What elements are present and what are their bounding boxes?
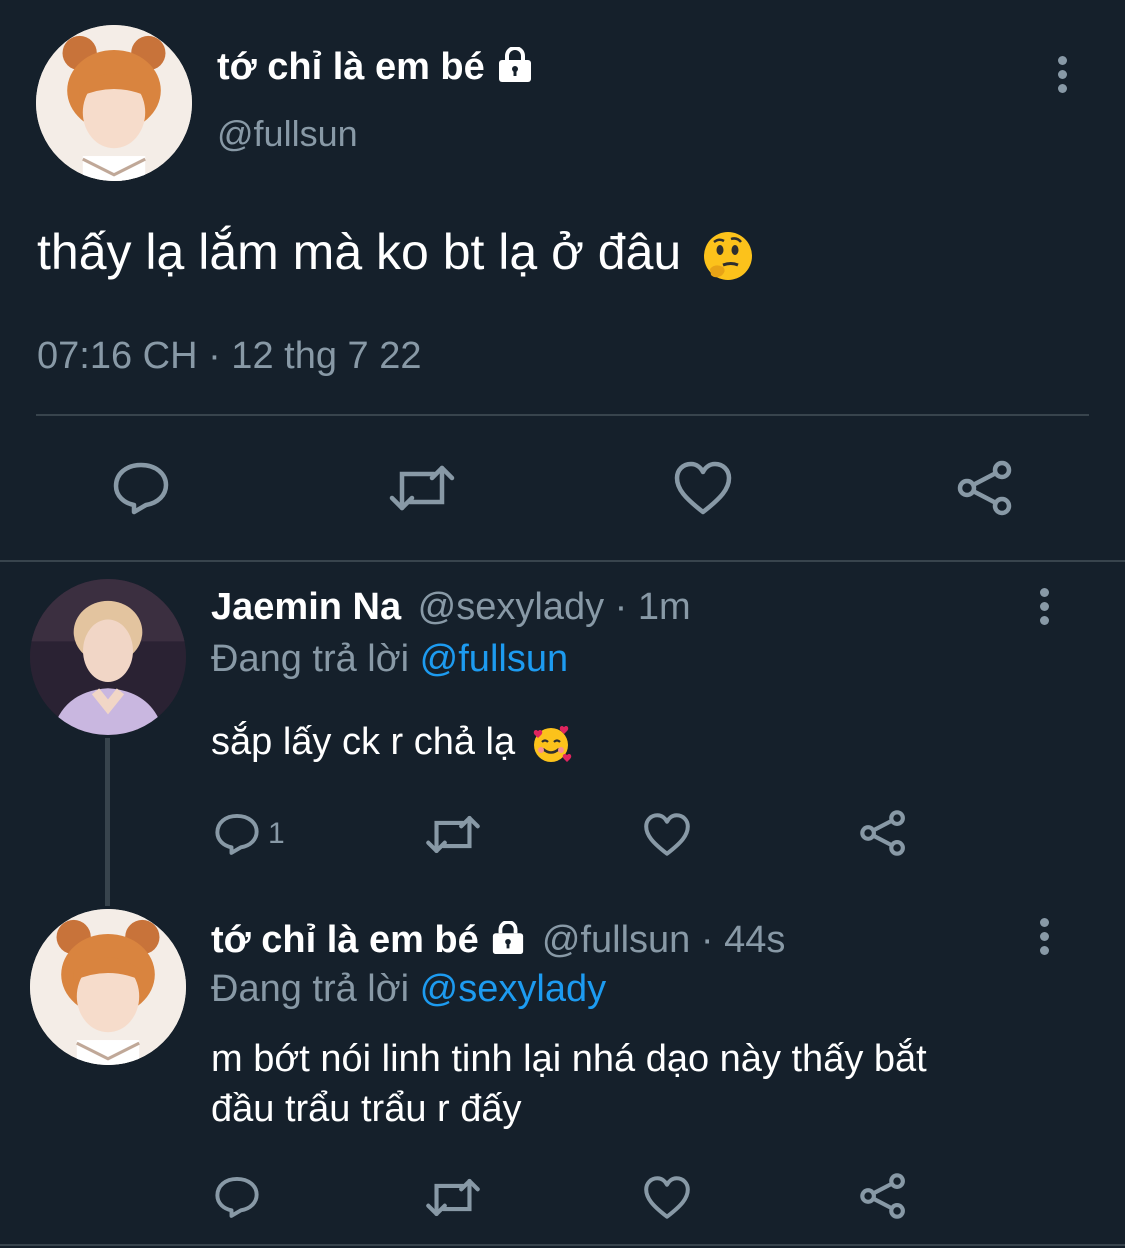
more-options-button[interactable] <box>1032 918 1056 958</box>
reply-header: Jaemin Na @sexylady · 1m <box>211 584 691 630</box>
reply-text-line: đầu trẩu trẩu r đấy <box>211 1088 522 1130</box>
heart-icon <box>644 1176 690 1219</box>
author-handle[interactable]: @fullsun <box>217 112 358 156</box>
more-options-button[interactable] <box>1032 588 1056 628</box>
retweet-icon <box>389 465 455 511</box>
replying-to-label: Đang trả lời <box>211 968 410 1010</box>
reply-button[interactable]: 1 <box>214 812 285 856</box>
reply-handle-time[interactable]: @sexylady · 1m <box>418 586 691 628</box>
retweet-button[interactable] <box>425 1176 481 1219</box>
replying-to: Đang trả lời @fullsun <box>211 636 568 682</box>
reply-header: tớ chỉ là em bé @fullsun · 44s <box>211 917 785 963</box>
share-button[interactable] <box>859 809 907 857</box>
replying-to: Đang trả lời @sexylady <box>211 966 606 1012</box>
tweet-text-content: thấy lạ lắm mà ko bt lạ ở đâu <box>37 224 682 280</box>
like-button[interactable] <box>643 1175 691 1220</box>
heart-icon <box>644 813 690 856</box>
reply-text: m bớt nói linh tinh lại nhá dạo này thấy… <box>211 1034 927 1134</box>
heart-icon <box>674 461 732 515</box>
smiling-face-with-hearts-icon <box>533 725 571 762</box>
author-name[interactable]: tớ chỉ là em bé <box>217 44 535 90</box>
lock-icon <box>499 46 532 82</box>
share-icon <box>860 1173 905 1219</box>
reply-icon <box>215 813 259 855</box>
share-icon <box>860 810 905 856</box>
thinking-face-icon <box>704 231 753 280</box>
like-button[interactable] <box>673 460 733 516</box>
retweet-button[interactable] <box>425 813 481 856</box>
reply-icon <box>215 1176 259 1218</box>
retweet-button[interactable] <box>388 462 456 514</box>
lock-icon <box>493 920 524 955</box>
section-divider <box>0 560 1125 562</box>
replying-to-label: Đang trả lời <box>211 638 410 680</box>
more-options-button[interactable] <box>1050 56 1074 96</box>
tweet-timestamp[interactable]: 07:16 CH · 12 thg 7 22 <box>37 333 421 379</box>
retweet-icon <box>426 1178 480 1217</box>
share-button[interactable] <box>859 1172 907 1220</box>
author-name-text: tớ chỉ là em bé <box>217 46 485 88</box>
like-button[interactable] <box>643 812 691 857</box>
reply-icon <box>113 462 169 515</box>
section-divider <box>0 1244 1125 1246</box>
reply-button[interactable] <box>112 460 170 516</box>
share-icon <box>957 460 1012 516</box>
reply-author-name[interactable]: tớ chỉ là em bé <box>211 919 479 961</box>
reply-text: sắp lấy ck r chả lạ <box>211 718 572 766</box>
reply-handle-time[interactable]: @fullsun · 44s <box>542 919 785 961</box>
retweet-icon <box>426 815 480 854</box>
replying-to-link[interactable]: @fullsun <box>420 638 568 680</box>
divider <box>36 414 1089 416</box>
reply-author-name[interactable]: Jaemin Na <box>211 586 401 628</box>
reply-text-content: sắp lấy ck r chả lạ <box>211 721 516 763</box>
thread-line <box>105 738 110 906</box>
share-button[interactable] <box>956 459 1014 517</box>
reply-count: 1 <box>268 817 285 850</box>
avatar[interactable] <box>30 579 186 735</box>
replying-to-link[interactable]: @sexylady <box>420 968 606 1010</box>
avatar[interactable] <box>36 25 192 181</box>
avatar[interactable] <box>30 909 186 1065</box>
reply-text-line: m bớt nói linh tinh lại nhá dạo này thấy… <box>211 1038 927 1080</box>
reply-button[interactable] <box>214 1175 268 1219</box>
tweet-text: thấy lạ lắm mà ko bt lạ ở đâu <box>37 222 755 283</box>
